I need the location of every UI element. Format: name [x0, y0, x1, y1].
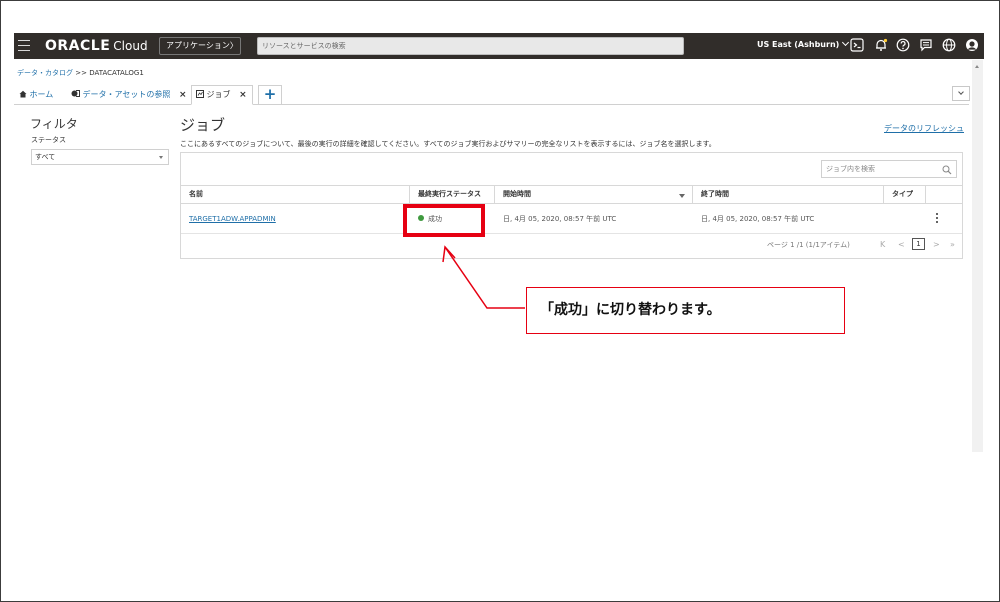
chat-icon[interactable]	[919, 38, 933, 52]
breadcrumb-data-catalog[interactable]: データ・カタログ	[17, 69, 73, 77]
tab-data-asset-browse-label: データ・アセットの参照	[82, 90, 171, 99]
tab-strip: ホーム データ・アセットの参照 × ジョブ × +	[14, 83, 969, 105]
refresh-data-link[interactable]: データのリフレッシュ	[884, 123, 964, 134]
home-icon	[19, 90, 27, 98]
add-tab-button[interactable]: +	[258, 85, 282, 105]
search-icon[interactable]	[942, 165, 952, 175]
help-icon[interactable]	[896, 38, 910, 52]
close-icon[interactable]: ×	[239, 90, 247, 100]
status-highlight-box	[403, 204, 485, 237]
table-header: 名前 最終実行ステータス 開始時間 終了時間 タイプ	[181, 185, 962, 204]
region-selector[interactable]: US East (Ashburn)	[757, 38, 850, 49]
menu-icon[interactable]	[18, 40, 30, 52]
caret-down-icon	[159, 156, 163, 159]
cloud-shell-icon[interactable]	[850, 38, 864, 52]
status-filter-label: ステータス	[31, 136, 66, 144]
breadcrumb: データ・カタログ >> DATACATALOG1	[17, 68, 144, 78]
job-icon	[196, 90, 204, 98]
job-search-input[interactable]	[822, 161, 956, 177]
pagination: ページ 1 /1 (1/1アイテム) K < 1 > »	[767, 238, 962, 252]
top-navigation-bar: ORACLECloud アプリケーション〉 US East (Ashburn)	[14, 33, 984, 59]
page-description: ここにあるすべてのジョブについて、最後の実行の詳細を確認してください。すべてのジ…	[180, 140, 716, 148]
column-header-end-time[interactable]: 終了時間	[693, 186, 884, 203]
globe-icon[interactable]	[942, 38, 956, 52]
scroll-up-icon[interactable]	[975, 65, 979, 68]
jobs-table-panel: 名前 最終実行ステータス 開始時間 終了時間 タイプ TARGET1ADW.AP…	[180, 152, 963, 259]
column-header-last-status[interactable]: 最終実行ステータス	[410, 186, 495, 203]
applications-button[interactable]: アプリケーション〉	[159, 37, 241, 55]
tab-jobs[interactable]: ジョブ ×	[191, 85, 253, 105]
job-name-link[interactable]: TARGET1ADW.APPADMIN	[189, 215, 276, 223]
oracle-cloud-console: ORACLECloud アプリケーション〉 US East (Ashburn)	[14, 33, 984, 453]
page-scrollbar[interactable]	[972, 60, 983, 452]
previous-page-icon[interactable]: <	[898, 240, 905, 249]
tab-list-dropdown[interactable]	[952, 86, 970, 101]
breadcrumb-separator: >>	[75, 69, 87, 77]
resource-search	[257, 37, 684, 55]
page-title: ジョブ	[180, 116, 226, 134]
asset-icon	[71, 90, 80, 97]
table-row: TARGET1ADW.APPADMIN 成功 日, 4月 05, 2020, 0…	[181, 205, 962, 234]
status-filter-select[interactable]: すべて	[31, 149, 169, 165]
start-time-cell: 日, 4月 05, 2020, 08:57 午前 UTC	[503, 215, 617, 223]
next-page-icon[interactable]: >	[933, 240, 940, 249]
chevron-down-icon	[958, 89, 964, 95]
tab-home-label: ホーム	[29, 90, 54, 99]
current-page-number[interactable]: 1	[912, 238, 925, 250]
status-filter-value: すべて	[35, 153, 56, 161]
column-header-start-time[interactable]: 開始時間	[495, 186, 693, 203]
row-actions-icon[interactable]	[935, 213, 939, 225]
column-header-start-time-label: 開始時間	[503, 190, 531, 198]
user-icon[interactable]	[965, 38, 979, 52]
close-icon[interactable]: ×	[179, 90, 187, 100]
tab-data-asset-browse[interactable]: データ・アセットの参照 ×	[66, 85, 188, 105]
job-search	[821, 160, 957, 178]
tab-jobs-label: ジョブ	[206, 90, 231, 99]
pagination-summary: ページ 1 /1 (1/1アイテム)	[767, 241, 850, 249]
chevron-down-icon	[842, 38, 850, 47]
resource-search-input[interactable]	[258, 38, 683, 54]
type-cell	[884, 205, 926, 233]
tab-home[interactable]: ホーム	[14, 85, 62, 105]
filter-title: フィルタ	[30, 117, 78, 131]
last-page-icon[interactable]: »	[950, 240, 955, 249]
first-page-icon[interactable]: K	[880, 240, 885, 249]
column-header-type[interactable]: タイプ	[884, 186, 926, 203]
job-name-cell: TARGET1ADW.APPADMIN	[181, 205, 410, 233]
oracle-cloud-logo[interactable]: ORACLE Cloud	[45, 38, 148, 54]
column-header-name[interactable]: 名前	[181, 186, 410, 203]
end-time-cell: 日, 4月 05, 2020, 08:57 午前 UTC	[701, 215, 815, 223]
bell-icon[interactable]	[874, 38, 888, 52]
breadcrumb-current: DATACATALOG1	[89, 69, 144, 77]
annotation-callout: 「成功」に切り替わります。	[526, 287, 845, 334]
sort-descending-icon[interactable]	[679, 194, 685, 198]
